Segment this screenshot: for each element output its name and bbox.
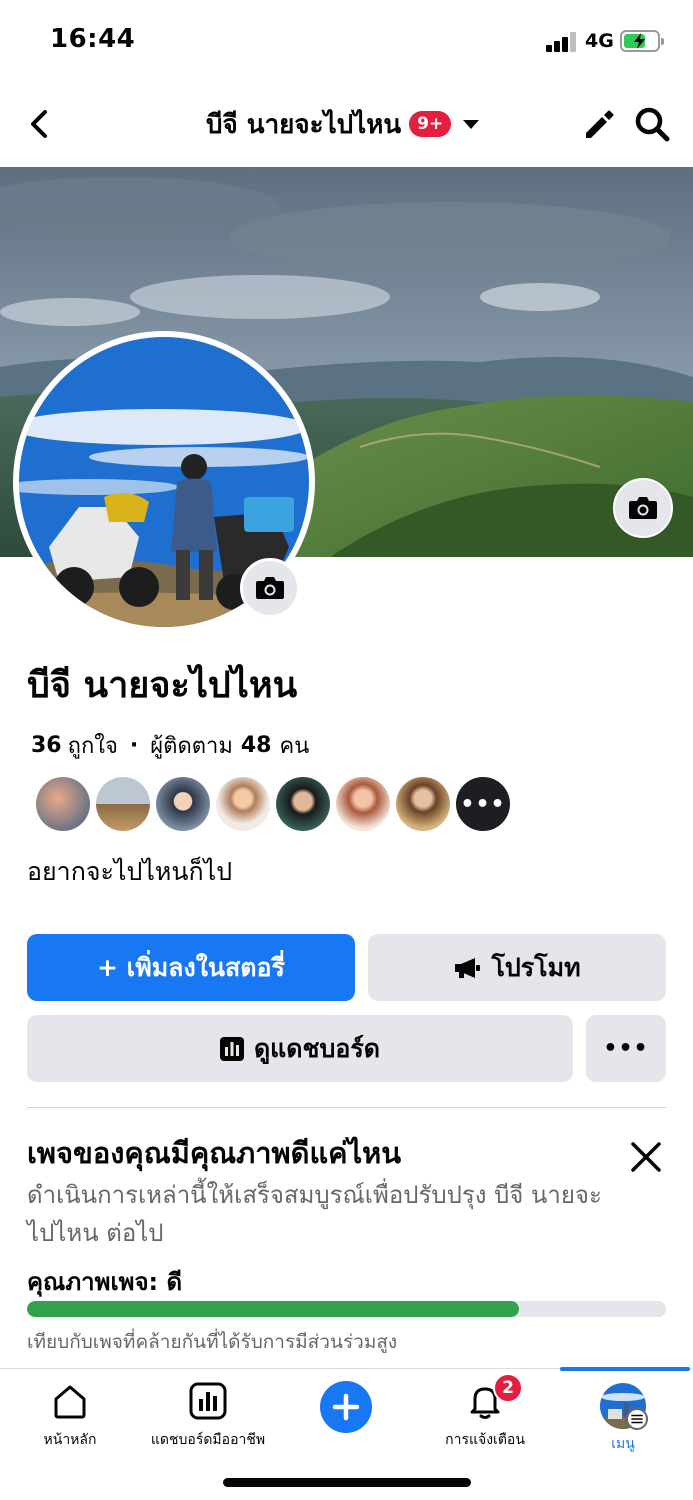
edit-button[interactable] xyxy=(580,106,618,144)
create-button[interactable] xyxy=(276,1375,416,1433)
close-quality-card-button[interactable] xyxy=(626,1137,666,1177)
tab-notifications[interactable]: 2 การแจ้งเตือน xyxy=(415,1373,555,1451)
signal-icon xyxy=(546,32,578,52)
quality-progress-bar xyxy=(27,1301,666,1317)
active-tab-indicator xyxy=(560,1367,690,1371)
followers-count: 48 xyxy=(240,733,272,758)
likes-count: 36 xyxy=(31,733,62,758)
tab-professional-dashboard-label: แดชบอร์ดมืออาชีพ xyxy=(150,1432,266,1448)
likes-label: ถูกใจ xyxy=(67,734,118,759)
network-type: 4G xyxy=(585,30,614,52)
back-button[interactable] xyxy=(22,104,58,144)
search-icon xyxy=(635,107,670,142)
pencil-icon xyxy=(586,110,614,138)
view-dashboard-label: ดูแดชบอร์ด xyxy=(253,1033,381,1063)
quality-progress-fill xyxy=(27,1301,520,1317)
promote-button[interactable]: โปรโมท xyxy=(368,934,666,1001)
promote-label: โปรโมท xyxy=(491,952,581,982)
tab-menu-label: เมนู xyxy=(611,1436,635,1452)
page-stats[interactable]: 36 ถูกใจ · ผู้ติดตาม 48 คน xyxy=(31,728,309,763)
avatar xyxy=(396,777,450,831)
avatar xyxy=(336,777,390,831)
followers-label: ผู้ติดตาม xyxy=(150,734,233,759)
megaphone-icon xyxy=(453,957,481,979)
quality-card-title: เพจของคุณมีคุณภาพดีแค่ไหน xyxy=(27,1136,402,1170)
notifications-badge: 2 xyxy=(493,1373,523,1403)
notification-count-badge: 9+ xyxy=(409,111,452,137)
add-to-story-button[interactable]: + เพิ่มลงในสตอรี่ xyxy=(27,934,355,1001)
quality-rating-label: คุณภาพเพจ: ดี xyxy=(27,1268,183,1296)
plus-icon xyxy=(320,1381,372,1433)
page-bio: อยากจะไปไหนก็ไป xyxy=(27,857,233,886)
avatar xyxy=(36,777,90,831)
divider xyxy=(27,1107,666,1108)
caret-down-icon xyxy=(463,119,480,129)
view-dashboard-button[interactable]: ดูแดชบอร์ด xyxy=(27,1015,573,1082)
follower-avatars[interactable]: ••• xyxy=(36,777,510,831)
avatar xyxy=(96,777,150,831)
tab-home[interactable]: หน้าหลัก xyxy=(0,1381,140,1451)
avatar xyxy=(216,777,270,831)
edit-profile-picture-button[interactable] xyxy=(240,558,300,618)
add-to-story-label: + เพิ่มลงในสตอรี่ xyxy=(97,952,285,982)
avatar xyxy=(276,777,330,831)
tab-notifications-label: การแจ้งเตือน xyxy=(445,1432,525,1448)
menu-lines-icon xyxy=(626,1408,648,1430)
tab-menu[interactable]: เมนู xyxy=(553,1381,693,1455)
charging-bolt-icon xyxy=(634,33,645,49)
quality-note: เทียบกับเพจที่คล้ายกันที่ได้รับการมีส่วน… xyxy=(27,1331,398,1353)
home-indicator xyxy=(223,1478,471,1487)
followers-unit: คน xyxy=(279,734,310,759)
camera-icon xyxy=(629,497,657,519)
separator-dot: · xyxy=(129,733,139,758)
close-icon xyxy=(631,1142,661,1172)
tab-professional-dashboard[interactable]: แดชบอร์ดมืออาชีพ xyxy=(138,1381,278,1451)
tab-home-label: หน้าหลัก xyxy=(43,1432,97,1448)
battery-icon xyxy=(620,30,664,52)
profile-name: บีจี นายจะไปไหน xyxy=(27,665,298,706)
dashboard-icon xyxy=(189,1382,227,1420)
status-bar: 16:44 4G xyxy=(0,0,693,84)
dashboard-chart-icon xyxy=(219,1036,244,1061)
more-options-button[interactable]: ••• xyxy=(586,1015,666,1082)
page-switcher[interactable]: บีจี นายจะไปไหน 9+ xyxy=(206,104,480,144)
page-title: บีจี นายจะไปไหน xyxy=(206,109,402,140)
more-followers-button[interactable]: ••• xyxy=(456,777,510,831)
status-time: 16:44 xyxy=(50,24,136,54)
search-button[interactable] xyxy=(632,104,672,144)
camera-icon xyxy=(256,577,284,599)
page-header: บีจี นายจะไปไหน 9+ xyxy=(0,84,693,166)
quality-card-description: ดำเนินการเหล่านี้ให้เสร็จสมบูรณ์เพื่อปรั… xyxy=(27,1181,602,1247)
avatar xyxy=(156,777,210,831)
home-icon xyxy=(54,1385,86,1419)
edit-cover-button[interactable] xyxy=(613,478,673,538)
chevron-left-icon xyxy=(31,110,47,138)
